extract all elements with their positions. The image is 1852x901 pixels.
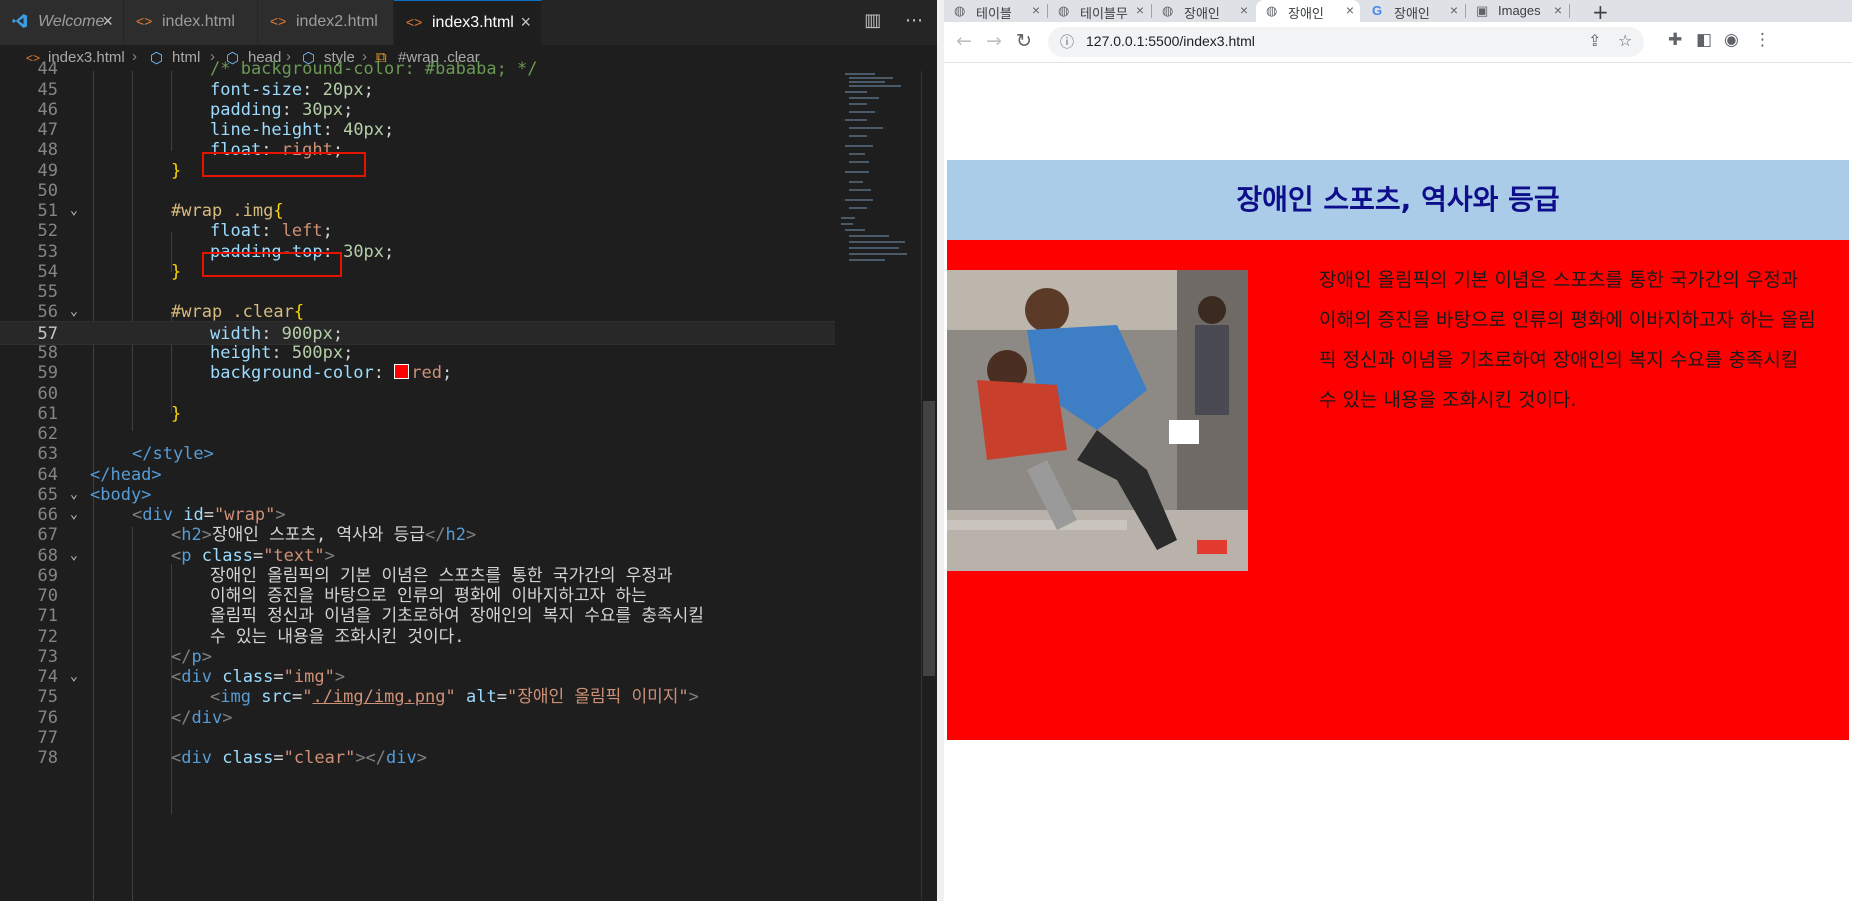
wrap-container: 장애인 스포츠, 역사와 등급 장애인 올림픽의 기본 이념은 스포츠를 통한 … [947,160,1849,740]
browser-toolbar: ← → ↻ ⓘ 127.0.0.1:5500/index3.html ⇪ ☆ ✚… [944,22,1852,63]
globe-icon: ◍ [954,3,966,18]
globe-icon: ◍ [1058,3,1070,18]
browser-tab-active[interactable]: ◍ 장애인 × [1256,0,1360,22]
address-bar[interactable]: ⓘ 127.0.0.1:5500/index3.html ⇪ ☆ [1048,27,1644,57]
split-editor-icon[interactable]: ▥ [864,10,881,31]
vscode-logo-icon [12,13,28,34]
editor-scrollbar[interactable] [921,71,936,901]
close-icon[interactable]: × [1346,2,1354,18]
google-icon: G [1372,3,1383,18]
page-viewport: 장애인 스포츠, 역사와 등급 장애인 올림픽의 기본 이념은 스포츠를 통한 … [944,63,1852,901]
highlight-box-float-right [202,152,366,177]
close-icon[interactable]: × [520,12,531,33]
more-actions-icon[interactable]: ⋯ [905,10,923,31]
globe-icon: ◍ [1162,3,1174,18]
profile-avatar-icon[interactable]: ◉ [1724,30,1739,50]
share-icon[interactable]: ⇪ [1588,31,1601,50]
menu-kebab-icon[interactable]: ⋮ [1754,30,1771,50]
info-icon[interactable]: ⓘ [1060,32,1074,52]
clear-block: 장애인 올림픽의 기본 이념은 스포츠를 통한 국가간의 우정과 이해의 증진을… [947,240,1849,740]
reload-icon[interactable]: ↻ [1016,30,1032,52]
browser-tab-strip: ◍ 테이블 × ◍ 테이블무 × ◍ 장애인 × ◍ 장애인 × G 장애인 ×… [944,0,1852,24]
code-line: 78 <div class="clear"></div> [37,748,427,768]
browser-window: ◍ 테이블 × ◍ 테이블무 × ◍ 장애인 × ◍ 장애인 × G 장애인 ×… [944,0,1852,901]
extensions-puzzle-icon[interactable]: ✚ [1668,30,1682,50]
intro-paragraph: 장애인 올림픽의 기본 이념은 스포츠를 통한 국가간의 우정과 이해의 증진을… [1319,269,1816,411]
athletes-photo [947,270,1248,571]
code-area[interactable]: 44/* background-color: #bababa; */ 45 fon… [0,59,937,901]
html-file-icon: <> [406,14,423,30]
browser-tab[interactable]: ▣ Images × [1466,0,1568,22]
forward-arrow-icon[interactable]: → [986,30,1002,52]
browser-tab[interactable]: ◍ 테이블무 × [1048,0,1150,22]
color-swatch-icon[interactable] [394,364,410,379]
globe-icon: ◍ [1266,3,1278,18]
tab-welcome[interactable]: Welcome × [0,0,124,45]
tab-index3-html[interactable]: <> index3.html × [394,0,542,45]
close-icon[interactable]: × [1554,2,1562,18]
close-icon[interactable]: × [1450,2,1458,18]
tab-index2-html[interactable]: <> index2.html [258,0,394,45]
scrollbar-thumb[interactable] [923,401,935,676]
close-icon[interactable]: × [102,11,113,32]
close-icon[interactable]: × [1032,2,1040,18]
window-divider [937,0,944,901]
editor-tab-bar: Welcome × <> index.html <> index2.html <… [0,0,937,45]
code-editor-window: Welcome × <> index.html <> index2.html <… [0,0,937,901]
html-file-icon: <> [270,13,287,29]
minimap[interactable] [837,71,917,901]
side-panel-icon[interactable]: ◧ [1696,30,1712,50]
editor-actions: ▥ ⋯ [846,10,923,31]
close-icon[interactable]: × [1136,2,1144,18]
tab-index-html[interactable]: <> index.html [124,0,258,45]
browser-tab[interactable]: ◍ 테이블 × [944,0,1046,22]
images-icon: ▣ [1476,3,1489,18]
browser-tab[interactable]: ◍ 장애인 × [1152,0,1254,22]
back-arrow-icon[interactable]: ← [956,30,972,52]
highlight-box-float-left [202,252,342,277]
html-file-icon: <> [136,13,153,29]
new-tab-icon[interactable]: + [1592,0,1609,24]
browser-tab[interactable]: G 장애인 × [1362,0,1464,22]
close-icon[interactable]: × [1240,2,1248,18]
page-heading: 장애인 스포츠, 역사와 등급 [947,160,1849,240]
bookmark-star-icon[interactable]: ☆ [1618,31,1632,50]
